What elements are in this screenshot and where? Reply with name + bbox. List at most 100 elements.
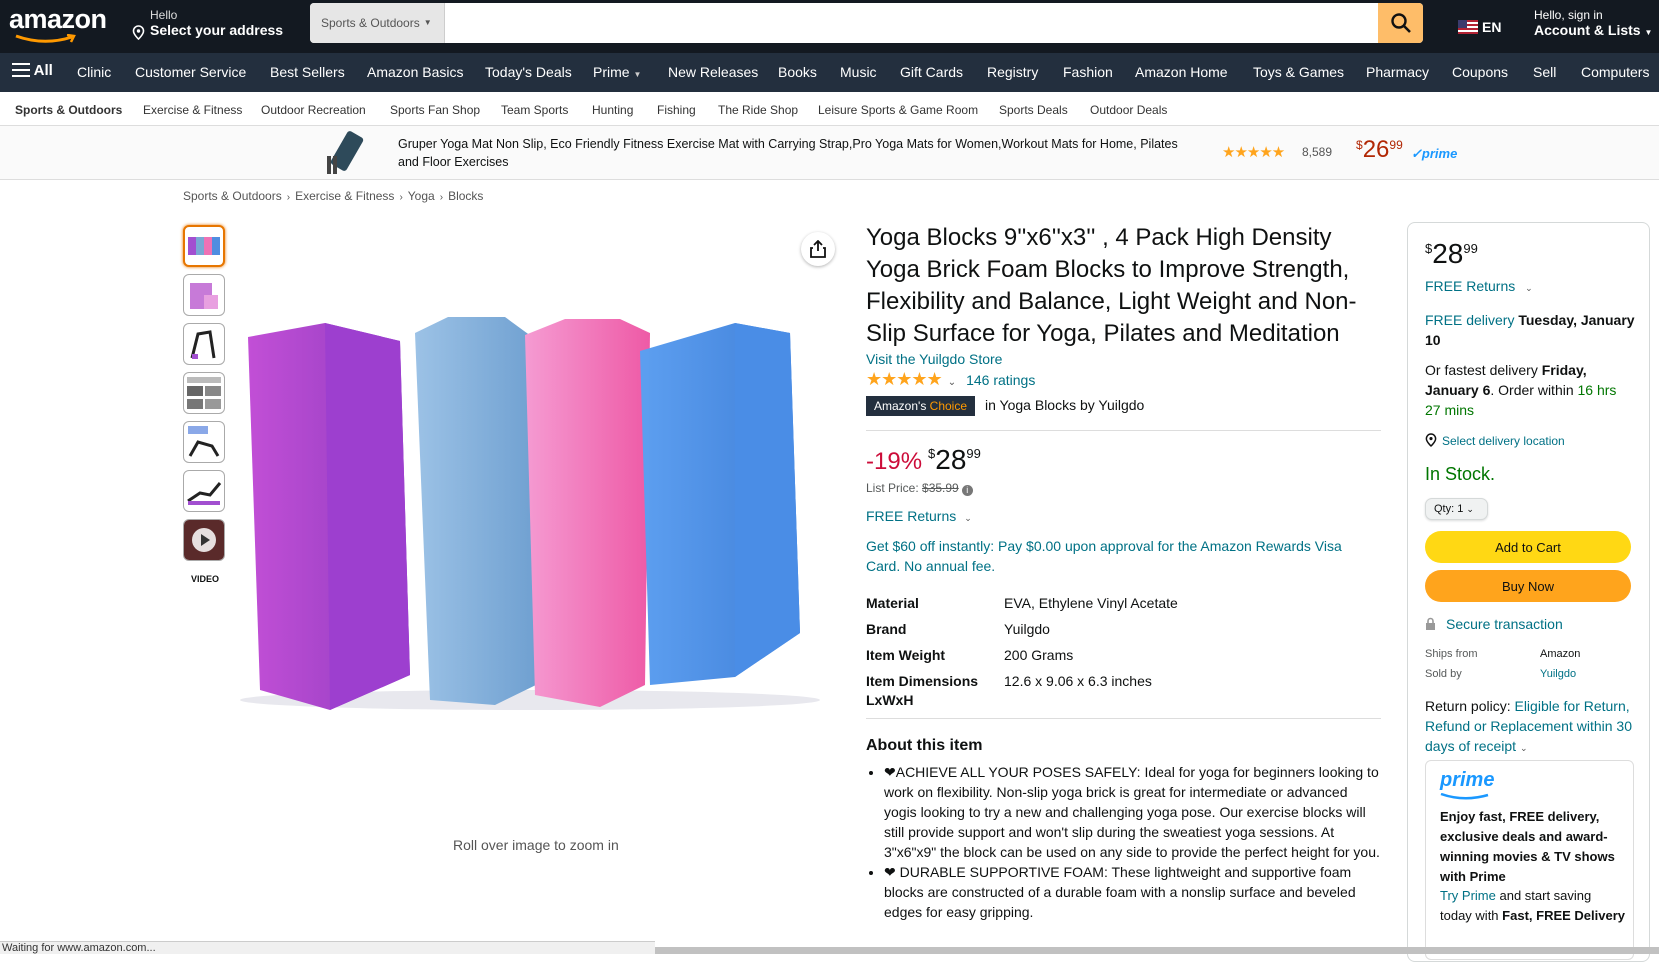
address-cta: Select your address [150, 22, 284, 38]
account-lists[interactable]: Hello, sign in Account & Lists ▼ [1534, 8, 1652, 38]
sold-by-link[interactable]: Yuilgdo [1540, 668, 1576, 680]
account-lists-label: Account & Lists [1534, 22, 1641, 38]
stock-status: In Stock. [1425, 464, 1496, 484]
nav-prime-label: Prime [593, 64, 630, 80]
thumbnail-2[interactable] [183, 274, 225, 316]
free-delivery-link[interactable]: FREE delivery [1425, 312, 1514, 328]
nav-item-pharmacy[interactable]: Pharmacy [1366, 64, 1429, 80]
divider [866, 430, 1381, 431]
product-info: Yoga Blocks 9''x6''x3'' , 4 Pack High De… [866, 222, 1381, 350]
subnav-ride-shop[interactable]: The Ride Shop [718, 103, 798, 117]
thumbnail-5[interactable] [183, 421, 225, 463]
quantity-select[interactable]: Qty: 1 ⌄ [1425, 498, 1488, 520]
nav-item-amazon-basics[interactable]: Amazon Basics [367, 64, 463, 80]
breadcrumb-item[interactable]: Exercise & Fitness [295, 189, 394, 203]
chevron-down-icon[interactable]: ⌄ [948, 377, 956, 388]
price-whole: 26 [1362, 136, 1390, 163]
try-prime-link[interactable]: Try Prime [1440, 888, 1496, 903]
subnav-hunting[interactable]: Hunting [592, 103, 633, 117]
card-offer-link[interactable]: Get $60 off instantly: Pay $0.00 upon ap… [866, 536, 1371, 576]
secure-transaction[interactable]: Secure transaction [1425, 616, 1563, 632]
buybox-free-returns[interactable]: FREE Returns ⌄ [1425, 278, 1533, 294]
nav-item-customer-service[interactable]: Customer Service [135, 64, 246, 80]
main-product-image[interactable] [230, 315, 842, 715]
subnav-sports-fan-shop[interactable]: Sports Fan Shop [390, 103, 480, 117]
chevron-down-icon: ▼ [1644, 28, 1653, 37]
promo-rating-count[interactable]: 8,589 [1302, 145, 1332, 159]
prime-badge: ✓prime [1411, 146, 1458, 161]
select-delivery-location[interactable]: Select delivery location [1425, 433, 1565, 448]
spec-key: Item Dimensions LxWxH [866, 673, 979, 708]
nav-item-sell[interactable]: Sell [1533, 64, 1556, 80]
nav-item-toys-games[interactable]: Toys & Games [1253, 64, 1344, 80]
subnav-outdoor-recreation[interactable]: Outdoor Recreation [261, 103, 366, 117]
horizontal-scrollbar[interactable] [655, 947, 1659, 954]
return-policy-label: Return policy: [1425, 698, 1511, 714]
thumbnail-1[interactable] [183, 225, 225, 267]
subnav-sports-outdoors[interactable]: Sports & Outdoors [15, 103, 122, 117]
nav-item-music[interactable]: Music [840, 64, 877, 80]
add-to-cart-button[interactable]: Add to Cart [1425, 531, 1631, 563]
nav-item-todays-deals[interactable]: Today's Deals [485, 64, 572, 80]
rating-stars[interactable]: ★★★★★ [866, 369, 943, 389]
chevron-right-icon: › [399, 192, 403, 203]
subnav-leisure-sports[interactable]: Leisure Sports & Game Room [818, 103, 978, 117]
sold-by-label: Sold by [1425, 668, 1462, 680]
hamburger-icon [12, 63, 30, 77]
secure-label: Secure transaction [1446, 616, 1563, 632]
thumbnail-4[interactable] [183, 372, 225, 414]
nav-item-best-sellers[interactable]: Best Sellers [270, 64, 345, 80]
search-input[interactable] [446, 3, 1376, 43]
free-returns-link[interactable]: FREE Returns ⌄ [866, 508, 972, 524]
ratings-count-link[interactable]: 146 ratings [966, 372, 1035, 388]
subnav-exercise-fitness[interactable]: Exercise & Fitness [143, 103, 242, 117]
breadcrumb: Sports & Outdoors › Exercise & Fitness › Yog… [183, 189, 483, 203]
chevron-right-icon: › [439, 192, 444, 203]
subnav-fishing[interactable]: Fishing [657, 103, 696, 117]
nav-all-menu[interactable]: All [12, 62, 53, 79]
nav-item-computers[interactable]: Computers [1581, 64, 1649, 80]
yoga-blocks-thumb [188, 237, 220, 255]
nav-item-amazon-home[interactable]: Amazon Home [1135, 64, 1228, 80]
list-price: List Price: $35.99 i [866, 481, 973, 496]
choice-context[interactable]: in Yoga Blocks by Yuilgdo [985, 397, 1144, 413]
subnav-team-sports[interactable]: Team Sports [501, 103, 568, 117]
nav-item-books[interactable]: Books [778, 64, 817, 80]
breadcrumb-item[interactable]: Yoga [408, 189, 435, 203]
promo-rating-stars: ★★★★★ [1222, 144, 1285, 161]
breadcrumb-item[interactable]: Sports & Outdoors [183, 189, 282, 203]
subnav-outdoor-deals[interactable]: Outdoor Deals [1090, 103, 1167, 117]
pink-blocks-thumb [190, 283, 218, 309]
breadcrumb-item[interactable]: Blocks [448, 189, 483, 203]
thumbnail-6[interactable] [183, 470, 225, 512]
buy-now-button[interactable]: Buy Now [1425, 570, 1631, 602]
thumbnail-3[interactable] [183, 323, 225, 365]
free-returns-label: FREE Returns [866, 508, 957, 524]
pose-diagram-thumb [188, 426, 220, 457]
info-icon[interactable]: i [961, 485, 973, 496]
nav-item-prime[interactable]: Prime ▼ [593, 64, 641, 80]
nav-item-clinic[interactable]: Clinic [77, 64, 111, 80]
price-symbol: $ [928, 446, 936, 461]
nav-item-registry[interactable]: Registry [987, 64, 1038, 80]
search-bar: Sports & Outdoors ▼ [310, 3, 1423, 43]
thumbnail-video[interactable] [183, 519, 225, 561]
subnav-sports-deals[interactable]: Sports Deals [999, 103, 1068, 117]
nav-item-coupons[interactable]: Coupons [1452, 64, 1508, 80]
price-fraction: 99 [1463, 241, 1478, 256]
free-returns-label: FREE Returns [1425, 278, 1516, 294]
share-button[interactable] [801, 232, 835, 266]
location-pin-icon [1425, 433, 1437, 447]
return-policy: Return policy: Eligible for Return, Refu… [1425, 696, 1635, 758]
prime-tail-bold: Fast, FREE Delivery [1502, 908, 1625, 923]
amazon-logo[interactable]: amazon [9, 4, 107, 35]
store-link[interactable]: Visit the Yuilgdo Store [866, 351, 1002, 367]
sponsored-promo-banner[interactable]: Gruper Yoga Mat Non Slip, Eco Friendly F… [0, 126, 1659, 180]
promo-title[interactable]: Gruper Yoga Mat Non Slip, Eco Friendly F… [398, 135, 1178, 171]
nav-item-fashion[interactable]: Fashion [1063, 64, 1113, 80]
search-category-select[interactable]: Sports & Outdoors ▼ [310, 3, 445, 43]
nav-item-new-releases[interactable]: New Releases [668, 64, 758, 80]
language-selector[interactable]: EN [1458, 19, 1501, 35]
nav-item-gift-cards[interactable]: Gift Cards [900, 64, 963, 80]
search-button[interactable] [1378, 3, 1423, 43]
